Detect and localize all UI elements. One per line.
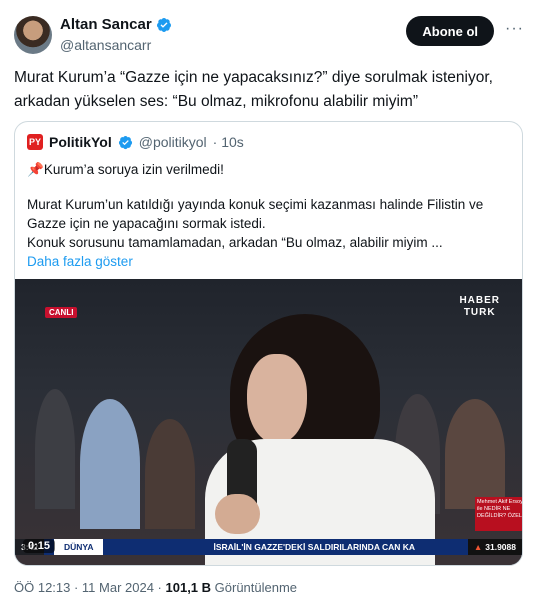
hand: [215, 494, 260, 534]
tweet-meta: ÖÖ 12:13 · 11 Mar 2024 · 101,1 B Görüntü…: [14, 580, 297, 595]
show-more-link[interactable]: Daha fazla göster: [27, 252, 512, 271]
stock-up-icon: ▲: [473, 542, 483, 552]
author-info: Altan Sancar @altansancarr: [60, 16, 172, 54]
ticker-label: DÜNYA: [54, 539, 104, 555]
audience-person: [80, 399, 140, 529]
more-options-icon[interactable]: ···: [505, 20, 524, 38]
verified-badge-icon: [156, 18, 171, 33]
display-name-row[interactable]: Altan Sancar: [60, 16, 172, 34]
follow-button[interactable]: Abone ol: [406, 16, 494, 46]
audience-person: [35, 389, 75, 509]
channel-logo: HABER TURK: [459, 295, 500, 319]
ticker-news: İSRAİL'İN GAZZE'DEKİ SALDIRILARINDA CAN …: [213, 542, 416, 552]
avatar[interactable]: [14, 16, 52, 54]
live-badge: CANLI: [45, 307, 78, 318]
quote-body: 📌Kurum’a soruya izin verilmedi! Murat Ku…: [27, 160, 512, 271]
channel-logo-line1: HABER: [459, 295, 500, 306]
quote-headline-line: 📌Kurum’a soruya izin verilmedi!: [27, 160, 512, 179]
view-label: Görüntülenme: [211, 580, 298, 595]
stock-value: 31.9088: [485, 542, 516, 552]
audience-person: [445, 399, 505, 509]
quote-paragraph-1: Murat Kurum’un katıldığı yayında konuk s…: [27, 197, 484, 231]
quote-author-name[interactable]: PolitikYol: [49, 134, 112, 150]
woman-face: [247, 354, 307, 444]
audience-person: [145, 419, 195, 529]
tweet-timestamp[interactable]: ÖÖ 12:13 · 11 Mar 2024 ·: [14, 580, 166, 595]
quote-header: PY PolitikYol @politikyol · 10s: [27, 134, 244, 150]
quote-author-handle: @politikyol: [138, 134, 207, 150]
quote-paragraph-2: Konuk sorusunu tamamlamadan, arkadan “Bu…: [27, 235, 443, 250]
news-ticker: 3:42 DÜNYA İSRAİL'İN GAZZE'DEKİ SALDIRIL…: [15, 539, 522, 555]
tweet-text: Murat Kurum’a “Gazze için ne yapacaksını…: [14, 69, 493, 110]
quote-time[interactable]: · 10s: [213, 134, 244, 150]
view-count: 101,1 B: [165, 580, 212, 595]
verified-badge-icon: [118, 135, 132, 149]
politikyol-logo[interactable]: PY: [27, 134, 43, 150]
quoted-tweet[interactable]: PY PolitikYol @politikyol · 10s 📌Kurum’a…: [14, 121, 523, 566]
quote-headline: Kurum’a soruya izin verilmedi!: [43, 162, 224, 177]
program-badge: Mehmet Akif Ersoy ile NEDİR NE DEĞİLDİR?…: [475, 497, 522, 531]
display-name[interactable]: Altan Sancar: [60, 16, 152, 34]
channel-logo-line2: TURK: [463, 307, 496, 318]
ticker-stock: ▲ 31.9088: [467, 539, 522, 555]
pushpin-icon: 📌: [27, 162, 44, 177]
video-duration: 0:15: [23, 539, 56, 553]
tweet-header: Altan Sancar @altansancarr Abone ol ···: [14, 14, 524, 58]
author-handle[interactable]: @altansancarr: [60, 36, 172, 54]
video-player[interactable]: CANLI HABER TURK Mehmet Akif Ersoy ile N…: [15, 279, 522, 565]
